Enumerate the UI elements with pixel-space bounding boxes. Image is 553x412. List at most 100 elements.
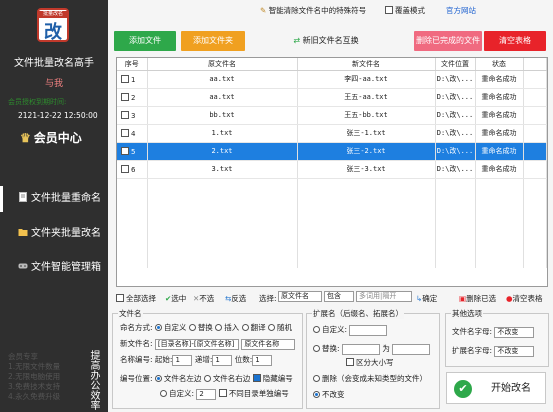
radio-label: 删除（会变成未知类型的文件） (322, 374, 427, 383)
cell-empty (523, 124, 547, 143)
row-checkbox[interactable] (121, 146, 129, 155)
filter-field-value: 原文件名 (278, 291, 322, 302)
ext-custom-radio[interactable]: 自定义: (313, 325, 347, 334)
row-checkbox[interactable] (121, 128, 129, 137)
table-row[interactable]: 5 2.txt 张三-2.txt D:\改\... 重命名成功 (117, 142, 547, 161)
remove-special-label: 智能清除文件名中的特殊符号 (268, 6, 367, 15)
delete-selected-label: 删除已选 (466, 294, 497, 303)
nav-batch-rename-files[interactable]: 文件批量重命名 (0, 186, 108, 212)
clear-table-label: 清空表格 (512, 294, 543, 303)
table-row[interactable]: 1 aa.txt 李四-aa.txt D:\改\... 重命名成功 (117, 70, 547, 89)
pos-left-radio[interactable]: 文件名左边 (154, 374, 201, 383)
pos-right-radio[interactable]: 文件名右边 (203, 374, 250, 383)
benefit-line: 4.永久免费升级 (8, 392, 61, 401)
column-header[interactable]: 序号 (117, 58, 148, 71)
start-input[interactable]: 1 (172, 354, 193, 366)
filter-keyword-input[interactable]: 多词用|隔开 (356, 291, 412, 302)
benefit-line: 2.无限电脑使用 (8, 372, 61, 381)
radio-label: 随机 (276, 323, 292, 332)
vip-center-link[interactable]: ♛ 会员中心 (20, 129, 82, 146)
gamepad-icon (18, 263, 28, 269)
number-position-row: 编号位置: 文件名左边 文件名右边 隐藏编号 (120, 373, 293, 384)
new-filename-input[interactable]: [目录名称]-[原文件名称] (154, 338, 239, 350)
ext-letter-case-select[interactable]: 不改变 (494, 345, 535, 357)
cell-path: D:\改\... (435, 88, 476, 107)
cell-path: D:\改\... (435, 142, 476, 161)
table-row[interactable]: 2 aa.txt 王五-aa.txt D:\改\... 重命名成功 (117, 88, 547, 107)
file-table: 序号 原文件名 新文件名 文件位置 状态 1 aa.txt 李四-aa.txt D:\… (116, 57, 548, 287)
select-all-checkbox[interactable]: 全部选择 (116, 293, 156, 304)
ext-replace-to-input[interactable] (392, 343, 431, 355)
nav-batch-rename-folders[interactable]: 文件夹批量改名 (0, 221, 108, 247)
ext-replace-radio[interactable]: 替换: (313, 344, 340, 353)
method-custom-radio[interactable]: 自定义 (154, 323, 186, 332)
cell-status: 重命名成功 (475, 70, 524, 89)
column-header[interactable]: 文件位置 (435, 58, 476, 71)
cell-original-name: 1.txt (147, 124, 298, 143)
checkbox-box (385, 6, 393, 14)
start-rename-button[interactable]: ✔ 开始改名 (446, 372, 546, 404)
remove-completed-button[interactable]: 删除已完成的文件 (414, 31, 482, 51)
cell-empty (117, 232, 148, 250)
folder-icon (18, 229, 28, 236)
benefit-line: 1.无限文件数量 (8, 362, 61, 371)
filename-case-select[interactable]: 不改变 (494, 326, 535, 338)
digits-label: 位数: (234, 355, 253, 364)
ext-unchanged-radio[interactable]: 不改变 (313, 389, 345, 400)
invert-selection-button[interactable]: ⇆反选 (225, 293, 246, 304)
table-row[interactable]: 4 1.txt 张三-1.txt D:\改\... 重命名成功 (117, 124, 547, 143)
table-row[interactable]: 3 bb.txt 王五-bb.txt D:\改\... 重命名成功 (117, 106, 547, 125)
column-header[interactable]: 原文件名 (147, 58, 298, 71)
cell-empty (297, 232, 436, 250)
row-checkbox[interactable] (121, 92, 129, 101)
column-header[interactable]: 新文件名 (297, 58, 436, 71)
column-header[interactable]: 状态 (475, 58, 524, 71)
add-folder-button[interactable]: 添加文件夹 (181, 31, 245, 51)
cell-empty (523, 106, 547, 125)
swap-names-label: 新旧文件名互换 (302, 36, 359, 45)
clear-list-button[interactable]: 清空表格 (484, 31, 546, 51)
unselect-button[interactable]: ✕不选 (193, 293, 214, 304)
cell-empty (523, 160, 547, 179)
method-replace-radio[interactable]: 替换 (188, 323, 213, 332)
delete-selected-button[interactable]: ▣删除已选 (459, 293, 496, 304)
method-random-radio[interactable]: 随机 (267, 323, 292, 332)
row-checkbox[interactable] (121, 164, 129, 173)
new-filename-select[interactable]: 原文件名称 (241, 338, 296, 350)
method-translate-radio[interactable]: 翻译 (241, 323, 266, 332)
filter-field-select[interactable]: 原文件名 (278, 291, 322, 302)
confirm-label: 确定 (422, 294, 438, 303)
ext-replace-from-input[interactable] (341, 343, 380, 355)
digits-input[interactable]: 1 (252, 354, 273, 366)
ext-case-checkbox[interactable]: 区分大小写 (346, 357, 394, 368)
table-row[interactable]: 6 3.txt 张三-3.txt D:\改\... 重命名成功 (117, 160, 547, 179)
nav-smart-file-manager[interactable]: 文件智能管理箱 (0, 255, 108, 281)
ext-delete-radio[interactable]: 删除（会变成未知类型的文件） (313, 373, 427, 384)
filter-op-select[interactable]: 包含 (324, 291, 354, 302)
swap-names-button[interactable]: ⇄ 新旧文件名互换 (290, 31, 362, 51)
website-link[interactable]: 官方网站 (446, 5, 476, 16)
overwrite-mode-checkbox[interactable]: 覆盖模式 (385, 5, 425, 16)
pos-custom-radio[interactable]: 自定义: (160, 389, 194, 398)
overwrite-mode-label: 覆盖模式 (395, 6, 425, 15)
row-number: 1 (131, 75, 136, 84)
row-checkbox[interactable] (121, 74, 129, 83)
filename-case-row: 文件名字母: 不改变 (452, 326, 535, 338)
select-checked-button[interactable]: ✔选中 (165, 293, 186, 304)
cell-empty (475, 250, 524, 268)
ext-custom-input[interactable] (349, 324, 388, 336)
step-input[interactable]: 1 (212, 354, 233, 366)
hide-number-checkbox[interactable]: 隐藏编号 (252, 374, 293, 383)
clear-table-button[interactable]: ●清空表格 (506, 293, 543, 304)
confirm-filter-button[interactable]: ↳确定 (416, 293, 437, 304)
add-file-button[interactable]: 添加文件 (114, 31, 176, 51)
custom-position-input[interactable]: 2 (196, 388, 217, 400)
per-folder-numbering-checkbox[interactable]: 不同目录单独编号 (218, 389, 289, 398)
row-checkbox[interactable] (121, 110, 129, 119)
cell-path: D:\改\... (435, 106, 476, 125)
selection-toolbar: 全部选择 ✔选中 ✕不选 ⇆反选 选择: 原文件名 包含 多词用|隔开 ↳确定 … (108, 290, 553, 306)
row-number: 2 (131, 93, 136, 102)
remove-special-chars-button[interactable]: ✎ 智能清除文件名中的特殊符号 (260, 5, 366, 16)
method-insert-radio[interactable]: 插入 (215, 323, 239, 332)
cell-status: 重命名成功 (475, 106, 524, 125)
